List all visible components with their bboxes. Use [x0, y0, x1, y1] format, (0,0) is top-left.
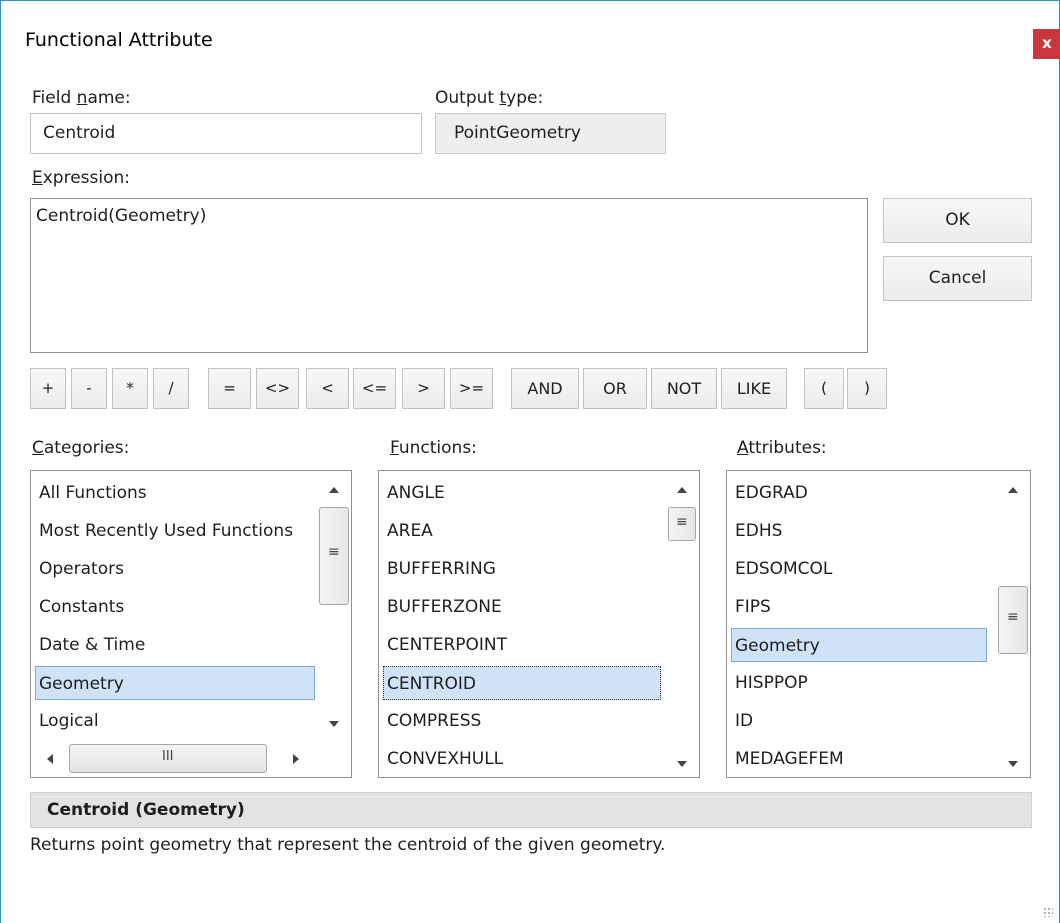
list-item[interactable]: Operators	[39, 552, 124, 586]
scroll-up-arrow-icon[interactable]	[1008, 487, 1018, 493]
scroll-up-arrow-icon[interactable]	[329, 487, 339, 493]
close-icon: x	[1042, 34, 1052, 52]
list-item[interactable]: ID	[735, 704, 753, 738]
list-item[interactable]: CONVEXHULL	[387, 742, 503, 776]
operator-minus-button[interactable]: -	[71, 368, 107, 409]
list-item[interactable]: ANGLE	[387, 476, 445, 510]
scroll-left-arrow-icon[interactable]	[47, 754, 53, 764]
list-item[interactable]: Most Recently Used Functions	[39, 514, 317, 548]
categories-label: Categories:	[32, 438, 130, 458]
functions-scroll-thumb[interactable]: ≡	[668, 507, 696, 541]
functions-list[interactable]: ANGLE AREA BUFFERRING BUFFERZONE CENTERP…	[378, 470, 700, 778]
function-description-heading: Centroid (Geometry)	[30, 792, 1032, 828]
operator-or-button[interactable]: OR	[583, 368, 647, 409]
list-item[interactable]: MEDAGEFEM	[735, 742, 844, 776]
operator-greater-than-button[interactable]: >	[402, 368, 445, 409]
list-item[interactable]: COMPRESS	[387, 704, 481, 738]
list-item[interactable]: AREA	[387, 514, 433, 548]
operator-less-equal-button[interactable]: <=	[353, 368, 396, 409]
attributes-scroll-thumb[interactable]: ≡	[998, 586, 1028, 654]
output-type-field: PointGeometry	[435, 113, 666, 154]
list-item-selected[interactable]: Geometry	[731, 628, 987, 662]
attributes-label: Attributes:	[737, 438, 827, 458]
functions-vscrollbar[interactable]: ≡	[665, 471, 699, 777]
list-item[interactable]: Logical	[39, 704, 99, 738]
attributes-list[interactable]: EDGRAD EDHS EDSOMCOL FIPS Geometry HISPP…	[726, 470, 1031, 778]
operator-greater-equal-button[interactable]: >=	[450, 368, 493, 409]
functions-label: Functions:	[390, 438, 477, 458]
list-item[interactable]: All Functions	[39, 476, 314, 510]
operator-not-button[interactable]: NOT	[651, 368, 717, 409]
categories-list[interactable]: All Functions Most Recently Used Functio…	[30, 470, 352, 778]
scroll-down-arrow-icon[interactable]	[677, 761, 687, 767]
list-item[interactable]: CENTERPOINT	[387, 628, 507, 662]
list-item[interactable]: Constants	[39, 590, 124, 624]
field-name-label: Field name:	[32, 88, 131, 108]
expression-label: Expression:	[32, 168, 131, 188]
categories-hscrollbar[interactable]: III	[31, 741, 317, 777]
functional-attribute-dialog: Functional Attribute x Field name: Centr…	[0, 0, 1060, 923]
open-paren-button[interactable]: (	[804, 368, 844, 409]
operator-and-button[interactable]: AND	[511, 368, 579, 409]
categories-hscroll-thumb[interactable]: III	[69, 744, 267, 773]
operator-less-than-button[interactable]: <	[306, 368, 349, 409]
operator-not-equals-button[interactable]: <>	[256, 368, 299, 409]
scroll-thumb-grip-icon: ≡	[676, 514, 688, 530]
scroll-thumb-grip-icon: III	[162, 749, 174, 764]
close-button[interactable]: x	[1033, 29, 1060, 59]
scroll-right-arrow-icon[interactable]	[293, 754, 299, 764]
categories-scroll-thumb[interactable]: ≡	[319, 507, 349, 605]
operator-multiply-button[interactable]: *	[112, 368, 148, 409]
list-item[interactable]: BUFFERRING	[387, 552, 496, 586]
dialog-title: Functional Attribute	[25, 29, 213, 51]
scroll-down-arrow-icon[interactable]	[1008, 761, 1018, 767]
scroll-up-arrow-icon[interactable]	[677, 487, 687, 493]
operator-equals-button[interactable]: =	[208, 368, 251, 409]
operator-plus-button[interactable]: +	[30, 368, 66, 409]
scroll-thumb-grip-icon: ≡	[328, 544, 340, 560]
operator-like-button[interactable]: LIKE	[721, 368, 787, 409]
list-item-selected[interactable]: CENTROID	[383, 666, 661, 700]
list-item-selected[interactable]: Geometry	[35, 666, 315, 700]
output-type-label: Output type:	[435, 88, 544, 108]
scroll-down-arrow-icon[interactable]	[329, 721, 339, 727]
list-item[interactable]: EDHS	[735, 514, 782, 548]
list-item[interactable]: Date & Time	[39, 628, 145, 662]
list-item[interactable]: BUFFERZONE	[387, 590, 502, 624]
list-item[interactable]: HISPPOP	[735, 666, 808, 700]
attributes-vscrollbar[interactable]: ≡	[996, 471, 1030, 777]
field-name-input[interactable]: Centroid	[30, 113, 422, 154]
categories-vscrollbar[interactable]: ≡	[317, 471, 351, 741]
close-paren-button[interactable]: )	[847, 368, 887, 409]
cancel-button[interactable]: Cancel	[883, 256, 1032, 301]
operator-divide-button[interactable]: /	[153, 368, 189, 409]
list-item[interactable]: EDGRAD	[735, 476, 808, 510]
list-item[interactable]: EDSOMCOL	[735, 552, 832, 586]
ok-button[interactable]: OK	[883, 198, 1032, 243]
function-description-text: Returns point geometry that represent th…	[30, 835, 666, 855]
resize-grip-icon[interactable]	[1043, 907, 1053, 917]
expression-input[interactable]: Centroid(Geometry)	[30, 198, 868, 353]
scroll-thumb-grip-icon: ≡	[1007, 609, 1019, 625]
list-item[interactable]: FIPS	[735, 590, 771, 624]
